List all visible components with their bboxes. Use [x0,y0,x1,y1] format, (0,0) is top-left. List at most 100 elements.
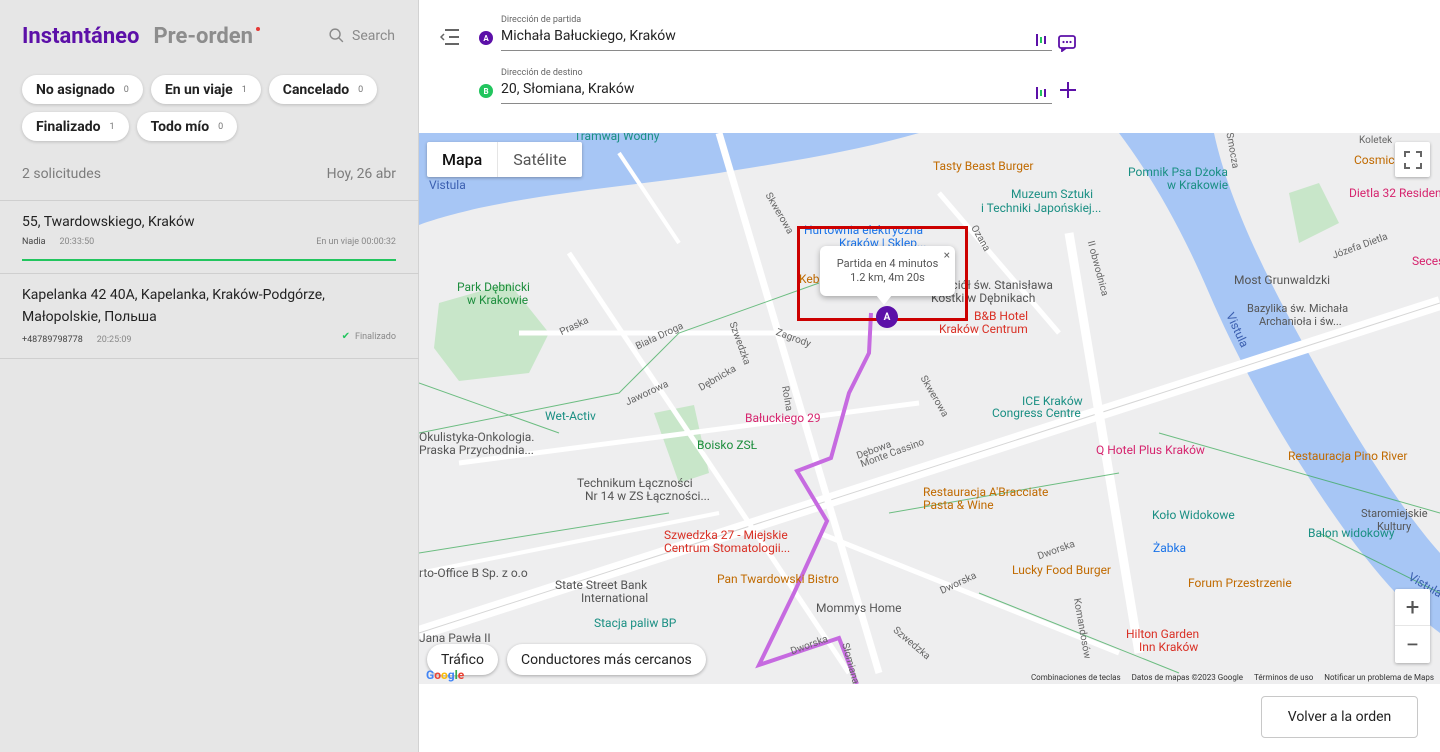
list-item[interactable]: 55, Twardowskiego, Kraków Nadia 20:33:50… [0,200,419,273]
terms-link[interactable]: Términos de uso [1254,673,1313,682]
map-label[interactable]: Cosmic [1354,153,1395,167]
map-label[interactable]: Archanioła i św... [1259,315,1342,328]
map-label[interactable]: Mommys Home [816,601,902,615]
map-label[interactable]: w Krakowie [467,293,528,307]
map-label[interactable]: Kultury [1377,520,1411,533]
list-item[interactable]: Kapelanka 42 40A, Kapelanka, Kraków-Podg… [0,273,419,359]
map-label[interactable]: Park Dębnicki [457,280,530,294]
destination-input[interactable]: 20, Słomiana, Kraków [501,81,1052,103]
map-label[interactable]: Bałuckiego 29 [745,411,821,425]
popup-tail [876,295,892,305]
map-label[interactable]: Hilton Garden [1126,627,1199,641]
map-label[interactable]: rto-Office B Sp. z o.o [419,566,528,580]
report-problem-link[interactable]: Notificar un problema de Maps [1324,673,1434,682]
close-icon[interactable]: × [944,248,950,262]
map-type-control: Mapa Satélite [427,142,582,177]
zoom-out-button[interactable]: − [1395,626,1430,663]
map-label[interactable]: Dietla 32 Residence [1349,186,1440,200]
map-label[interactable]: Restauracja A'Bracciate [923,485,1048,499]
filter-finalizado[interactable]: Finalizado 1 [22,112,129,141]
filter-cancelado[interactable]: Cancelado 0 [268,75,378,104]
search-button[interactable]: Search [328,27,395,44]
voice-input-icon[interactable] [1034,86,1048,100]
map-label[interactable]: Forum Przestrzenie [1188,576,1292,590]
map-label: Tramwaj Wodny [574,133,660,143]
zoom-control: + − [1395,589,1430,663]
origin-field[interactable]: Dirección de partida Michała Bałuckiego,… [501,15,1052,51]
tab-instant[interactable]: Instantáneo [22,24,139,49]
search-icon [329,28,344,43]
map-label[interactable]: Restauracja Pino River [1288,449,1407,463]
keyboard-shortcuts-link[interactable]: Combinaciones de teclas [1031,673,1121,682]
origin-label: Dirección de partida [501,15,582,25]
request-time: 20:33:50 [59,237,95,247]
map-label[interactable]: Technikum Łączności [577,476,693,490]
map-label[interactable]: Wet-Activ [545,409,596,423]
voice-input-icon[interactable] [1034,33,1048,47]
map-label[interactable]: Praska Przychodnia... [419,443,534,457]
nearest-drivers-button[interactable]: Conductores más cercanos [507,644,706,675]
map-label[interactable]: Pan Twardowski Bistro [717,572,839,586]
map-label[interactable]: Pomnik Psa Dżoka [1128,165,1228,179]
map-label[interactable]: Most Grunwaldzki [1234,273,1330,287]
fullscreen-icon [1403,150,1422,169]
request-time: 20:25:09 [96,335,132,345]
map-label[interactable]: Nr 14 w ZS Łączności... [585,489,710,503]
popup-eta: Partida en 4 minutos [836,257,939,270]
tab-preorder[interactable]: Pre-orden [153,24,260,49]
zoom-in-button[interactable]: + [1395,589,1430,626]
popup-distance: 1.2 km, 4m 20s [850,271,925,284]
map-label[interactable]: Koło Widokowe [1152,508,1235,522]
map-label[interactable]: Staromiejskie [1361,507,1428,520]
map-type-map-button[interactable]: Mapa [427,142,497,177]
filter-en-un-viaje[interactable]: En un viaje 1 [150,75,261,104]
menu-collapse-icon[interactable] [439,28,460,50]
filter-todo-mio[interactable]: Todo mío 0 [136,112,238,141]
map-data-text: Datos de mapas ©2023 Google [1131,673,1244,682]
map-label[interactable]: Tasty Beast Burger [933,159,1033,173]
map-label[interactable]: Lucky Food Burger [1012,563,1111,577]
destination-field[interactable]: Dirección de destino 20, Słomiana, Krakó… [501,68,1052,104]
fullscreen-button[interactable] [1395,142,1430,177]
pickup-pin[interactable]: A [876,306,898,328]
map-label: Vistula [429,178,466,192]
notification-dot [255,27,260,31]
map-label[interactable]: Okulistyka-Onkologia. [419,430,534,444]
map-label[interactable]: Bazylika św. Michała [1247,302,1348,315]
map-label[interactable]: Pasta & Wine [923,498,994,512]
map-label[interactable]: Żabka [1153,541,1186,555]
google-logo: Google [426,668,465,682]
map-label[interactable]: Centrum Stomatologii... [664,541,790,555]
map-label[interactable]: Jana Pawła II [419,631,491,645]
map-label[interactable]: Stacja paliw BP [594,616,676,630]
map-label[interactable]: Seces [1412,254,1440,268]
map-label[interactable]: Boisko ZSŁ [697,438,757,452]
address-header: A Dirección de partida Michała Bałuckieg… [420,0,1440,133]
map-label[interactable]: w Krakowie [1167,178,1228,192]
map-label[interactable]: Q Hotel Plus Kraków [1096,443,1205,457]
map-label[interactable]: Muzeum Sztuki [1011,187,1093,201]
map-label[interactable]: International [581,591,648,605]
request-list: 55, Twardowskiego, Kraków Nadia 20:33:50… [0,200,419,359]
map-label[interactable]: Szwedzka 27 - Miejskie [664,528,788,542]
map-type-satellite-button[interactable]: Satélite [497,142,581,177]
map-label[interactable]: B&B Hotel [974,309,1028,323]
filter-no-asignado[interactable]: No asignado 0 [22,75,143,104]
origin-marker: A [479,31,493,45]
map-label[interactable]: Inn Kraków [1139,640,1198,654]
map-label[interactable]: Congress Centre [992,406,1081,420]
map-attribution: Combinaciones de teclas Datos de mapas ©… [1031,673,1434,682]
origin-input[interactable]: Michała Bałuckiego, Kraków [501,28,1052,50]
requests-count: 2 solicitudes [22,166,101,182]
back-to-order-button[interactable]: Volver a la orden [1261,696,1418,738]
mode-tabs: Instantáneo Pre-orden [22,24,260,49]
request-address: 55, Twardowskiego, Kraków [22,214,195,230]
map-view[interactable]: Tramwaj Wodny Tasty Beast Burger Muzeum … [419,133,1440,684]
add-stop-icon[interactable] [1058,80,1078,100]
request-status: ✔ Finalizado [341,331,396,342]
chat-icon[interactable] [1058,35,1076,52]
map-label: Koletek [1359,135,1393,146]
map-label[interactable]: State Street Bank [555,578,647,592]
map-label[interactable]: i Techniki Japońskiej... [981,201,1101,215]
map-label[interactable]: Kraków Centrum [939,322,1028,336]
